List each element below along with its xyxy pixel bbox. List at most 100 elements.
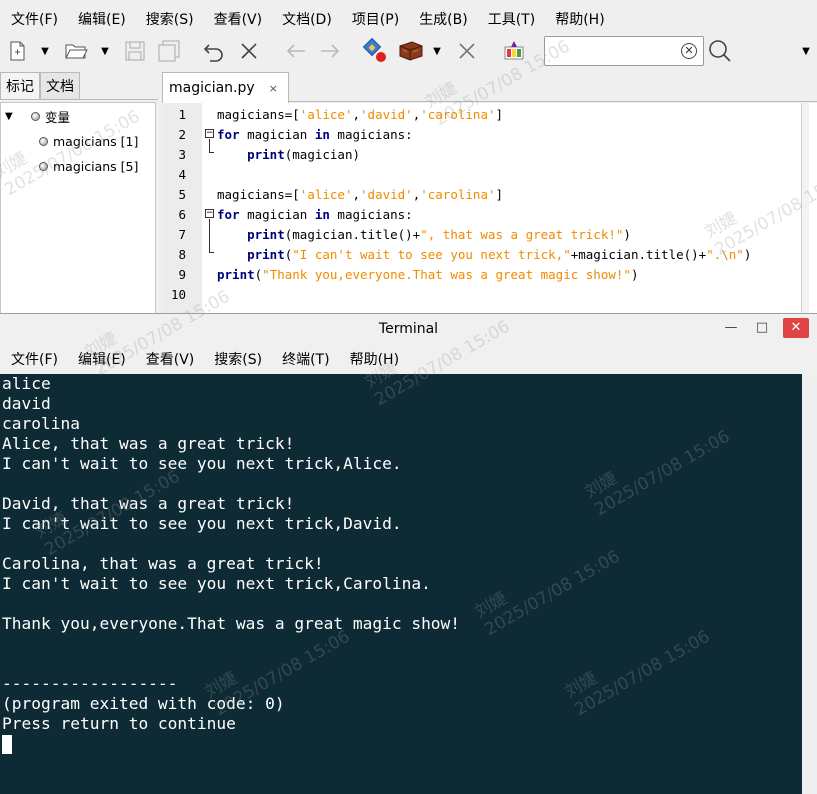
- terminal-title: Terminal: [378, 321, 439, 337]
- new-file-button[interactable]: [6, 38, 28, 64]
- terminal-line: ------------------: [2, 674, 178, 693]
- search-icon: [709, 40, 731, 62]
- tree-label: magicians [5]: [53, 158, 139, 174]
- code-line: print("Thank you,everyone.That was a gre…: [217, 267, 639, 282]
- minimize-icon[interactable]: —: [718, 318, 744, 338]
- terminal-line: Thank you,everyone.That was a great magi…: [2, 614, 461, 633]
- tab-documents[interactable]: 文档: [40, 72, 80, 99]
- terminal-cursor: [2, 735, 12, 754]
- line-number: 6: [178, 207, 186, 222]
- color-chooser-button[interactable]: [500, 38, 528, 64]
- line-number-gutter: 1 2 3 4 5 6 7 8 9 10: [164, 103, 202, 320]
- code-line: magicians=['alice','david','carolina']: [217, 187, 504, 202]
- arrow-left-icon: [286, 44, 305, 58]
- stop-button[interactable]: [454, 38, 480, 64]
- terminal-menubar: 文件(F) 编辑(E) 查看(V) 搜索(S) 终端(T) 帮助(H): [0, 345, 817, 373]
- compile-button[interactable]: [360, 38, 390, 64]
- terminal-line: carolina: [2, 414, 80, 433]
- tree-label: 变量: [45, 109, 71, 125]
- fold-toggle-icon[interactable]: −: [205, 209, 214, 218]
- code-line: magicians=['alice','david','carolina']: [217, 107, 504, 122]
- line-number: 8: [178, 247, 186, 262]
- dropdown-arrow-icon: ▼: [101, 45, 109, 57]
- close-tab-icon[interactable]: ×: [269, 82, 278, 95]
- terminal-menu-help[interactable]: 帮助(H): [339, 349, 408, 369]
- code-editor[interactable]: 1 2 3 4 5 6 7 8 9 10 − − magicians=['ali…: [164, 103, 817, 320]
- terminal-line: Press return to continue: [2, 714, 236, 733]
- line-number: 2: [178, 127, 186, 142]
- toolbar-overflow-button[interactable]: ▼: [798, 38, 814, 64]
- open-file-dropdown[interactable]: ▼: [98, 38, 112, 64]
- clear-search-icon[interactable]: ✕: [681, 43, 697, 59]
- symbol-tree: ▼ 变量 magicians [1] magicians [5]: [0, 102, 156, 322]
- line-number: 5: [178, 187, 186, 202]
- save-all-icon: [158, 40, 180, 62]
- variable-icon: [39, 161, 48, 171]
- open-file-button[interactable]: [63, 38, 89, 64]
- code-line: print("I can't wait to see you next tric…: [247, 247, 752, 262]
- close-icon: [241, 43, 257, 59]
- navigate-forward-button[interactable]: [316, 38, 344, 64]
- editor-scrollbar[interactable]: [801, 103, 809, 320]
- build-button[interactable]: [396, 38, 426, 64]
- terminal-line: I can't wait to see you next trick,Carol…: [2, 574, 431, 593]
- terminal-menu-terminal[interactable]: 终端(T): [271, 349, 338, 369]
- color-chooser-icon: [504, 41, 524, 60]
- terminal-line: I can't wait to see you next trick,David…: [2, 514, 402, 533]
- terminal-line: Alice, that was a great trick!: [2, 434, 295, 453]
- terminal-menu-view[interactable]: 查看(V): [135, 349, 204, 369]
- tab-symbols[interactable]: 标记: [0, 72, 40, 99]
- code-line: for magician in magicians:: [217, 127, 413, 142]
- fold-line: [209, 219, 214, 253]
- fold-line: [209, 139, 214, 153]
- brick-icon: [399, 41, 423, 61]
- terminal-menu-file[interactable]: 文件(F): [0, 349, 67, 369]
- editor-tab[interactable]: magician.py ×: [162, 72, 289, 103]
- code-line: print(magician.title()+", that was a gre…: [247, 227, 631, 242]
- save-icon: [125, 41, 145, 61]
- search-button[interactable]: [707, 38, 733, 64]
- new-file-dropdown[interactable]: ▼: [38, 38, 52, 64]
- close-document-button[interactable]: [236, 38, 262, 64]
- geany-window: 文件(F) 编辑(E) 搜索(S) 查看(V) 文档(D) 项目(P) 生成(B…: [0, 0, 817, 322]
- tree-node-variables[interactable]: ▼ 变量: [5, 106, 70, 126]
- dropdown-arrow-icon: ▼: [802, 45, 810, 57]
- editor-tab-bar: magician.py ×: [162, 72, 817, 103]
- terminal-scrollbar[interactable]: [802, 374, 817, 794]
- tree-item[interactable]: magicians [5]: [39, 156, 138, 176]
- terminal-menu-edit[interactable]: 编辑(E): [67, 349, 135, 369]
- line-number: 4: [178, 167, 186, 182]
- build-dropdown[interactable]: ▼: [430, 38, 444, 64]
- close-window-icon[interactable]: ✕: [783, 318, 809, 338]
- variable-icon: [31, 111, 40, 121]
- editor-tab-label: magician.py: [169, 80, 255, 96]
- undo-button[interactable]: [200, 38, 228, 64]
- terminal-window: Terminal — □ ✕ 文件(F) 编辑(E) 查看(V) 搜索(S) 终…: [0, 313, 817, 794]
- sidebar-tabs: 标记 文档: [0, 72, 158, 100]
- toolbar-search-input[interactable]: ✕: [544, 36, 704, 66]
- code-line: for magician in magicians:: [217, 207, 413, 222]
- terminal-output[interactable]: alice david carolina Alice, that was a grea…: [0, 374, 802, 794]
- dropdown-arrow-icon: ▼: [41, 45, 49, 57]
- terminal-line: Carolina, that was a great trick!: [2, 554, 324, 573]
- terminal-line: david: [2, 394, 51, 413]
- save-all-button[interactable]: [156, 38, 182, 64]
- line-number: 1: [178, 107, 186, 122]
- save-button[interactable]: [122, 38, 148, 64]
- stop-icon: [459, 43, 475, 59]
- compile-icon: [362, 38, 386, 62]
- tree-label: magicians [1]: [53, 133, 139, 149]
- maximize-icon[interactable]: □: [749, 318, 775, 338]
- fold-toggle-icon[interactable]: −: [205, 129, 214, 138]
- line-number: 9: [178, 267, 186, 282]
- line-number: 3: [178, 147, 186, 162]
- line-number: 7: [178, 227, 186, 242]
- undo-icon: [203, 44, 223, 62]
- variable-icon: [39, 136, 48, 146]
- tree-item[interactable]: magicians [1]: [39, 131, 138, 151]
- terminal-menu-search[interactable]: 搜索(S): [203, 349, 271, 369]
- terminal-line: I can't wait to see you next trick,Alice…: [2, 454, 402, 473]
- navigate-back-button[interactable]: [282, 38, 310, 64]
- arrow-right-icon: [321, 44, 340, 58]
- expand-arrow-icon[interactable]: ▼: [5, 111, 15, 122]
